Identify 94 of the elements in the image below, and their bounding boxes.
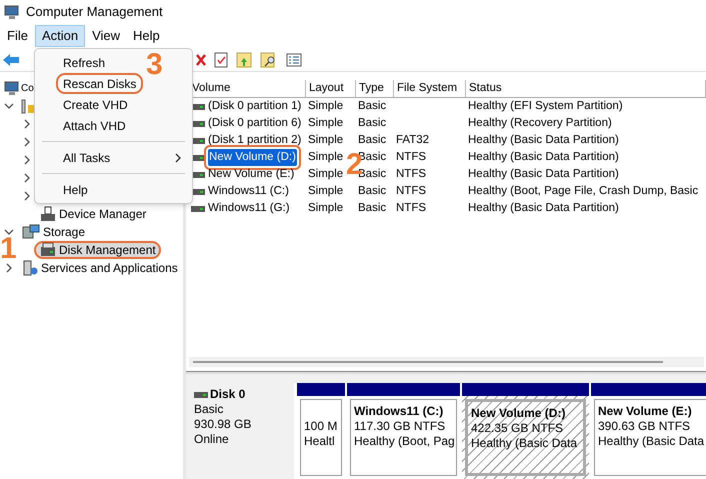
- partition-size: 390.63 GB NTFS: [598, 419, 692, 434]
- partition-name: New Volume (E:): [598, 404, 693, 419]
- partition-name: New Volume (D:): [471, 406, 566, 421]
- partition-status: Healthy (Basic Data: [471, 436, 578, 451]
- list-icon[interactable]: [286, 52, 302, 66]
- chevron-right-icon[interactable]: [22, 119, 32, 129]
- table-cell-text: Basic: [358, 132, 386, 148]
- partition-status: Healtl: [304, 434, 336, 449]
- column-header[interactable]: Status: [466, 80, 706, 97]
- partition-block[interactable]: New Volume (D:) 422.35 GB NTFS Healthy (Basic Data: [462, 383, 589, 479]
- table-cell-text: Basic: [358, 184, 386, 199]
- menu-item[interactable]: Refresh: [63, 52, 106, 73]
- delete-icon[interactable]: [196, 52, 206, 66]
- tree-item[interactable]: Co: [2, 79, 39, 97]
- step-number: 3: [146, 50, 163, 80]
- partition-size: 422.35 GB NTFS: [471, 421, 564, 436]
- drive-icon: [191, 206, 205, 212]
- table-cell-text: Healthy (Recovery Partition): [468, 116, 612, 131]
- tree-item[interactable]: Disk Management: [34, 241, 161, 259]
- table-cell-text: Simple: [308, 98, 344, 114]
- chevron-right-icon: [174, 152, 182, 162]
- folder-up-icon[interactable]: [236, 52, 252, 68]
- tree-item[interactable]: Device Manager: [34, 205, 152, 223]
- table-cell-text: Healthy (EFI System Partition): [468, 98, 623, 114]
- column-header[interactable]: File System: [394, 80, 466, 97]
- menu-item[interactable]: View: [86, 25, 126, 47]
- computer-icon: [4, 4, 20, 20]
- table-cell-text: Simple: [308, 132, 344, 148]
- horizontal-scrollbar[interactable]: [189, 357, 704, 367]
- step-number: 1: [0, 234, 17, 264]
- column-header[interactable]: Type: [356, 80, 394, 97]
- tools-icon: [20, 98, 36, 114]
- table-cell[interactable]: (Disk 0 partition 6): [208, 114, 302, 132]
- menu-item[interactable]: Action: [34, 25, 86, 47]
- table-cell-text: Simple: [308, 184, 344, 199]
- menu-item[interactable]: Rescan Disks: [56, 73, 144, 94]
- table-cell[interactable]: New Volume (D:): [208, 148, 297, 166]
- menu-item[interactable]: Attach VHD: [63, 115, 126, 136]
- menu-item[interactable]: File: [1, 25, 34, 47]
- chevron-right-icon[interactable]: [22, 155, 32, 165]
- server-gear-icon: [22, 260, 38, 276]
- table-cell[interactable]: (Disk 0 partition 1): [208, 98, 302, 116]
- menu-item[interactable]: Help: [63, 179, 88, 200]
- disk-type: Basic: [194, 402, 224, 417]
- table-cell-text: Simple: [308, 166, 344, 182]
- back-arrow-icon[interactable]: [2, 52, 20, 66]
- chevron-down-icon[interactable]: [4, 101, 14, 111]
- partition-name: Windows11 (C:): [354, 404, 444, 419]
- checklist-icon[interactable]: [214, 52, 228, 68]
- partition-status: Healthy (Boot, Pag: [354, 434, 453, 449]
- chevron-right-icon[interactable]: [4, 263, 14, 273]
- partition-size: 100 M: [304, 419, 338, 434]
- table-cell[interactable]: New Volume (E:): [208, 166, 294, 184]
- table-cell-text: Basic: [358, 98, 386, 114]
- tree-item[interactable]: Services and Applications: [16, 259, 183, 277]
- partition-status: Healthy (Basic Data: [598, 434, 706, 449]
- table-cell-text: NTFS: [396, 184, 426, 199]
- partition-bar: [297, 383, 345, 396]
- column-header[interactable]: Layout: [306, 80, 356, 97]
- table-cell-text: Healthy (Basic Data Partition): [468, 150, 619, 165]
- computer-icon: [4, 80, 20, 96]
- table-cell-text: FAT32: [396, 132, 430, 148]
- disk-status: Online: [194, 432, 230, 447]
- chevron-right-icon[interactable]: [22, 137, 32, 147]
- table-cell-text: Healthy (Basic Data Partition): [468, 166, 619, 182]
- disk-size: 930.98 GB: [194, 417, 252, 432]
- storage-icon: [22, 224, 40, 240]
- table-cell-text: Basic: [358, 116, 386, 131]
- chevron-down-icon[interactable]: [4, 227, 14, 237]
- table-cell-text: NTFS: [396, 150, 426, 165]
- chevron-right-icon[interactable]: [22, 173, 32, 183]
- table-cell-text: Simple: [308, 116, 344, 131]
- table-cell-text: Healthy (Basic Data Partition): [468, 132, 619, 148]
- drive-icon: [40, 242, 56, 258]
- tree-item[interactable]: Storage: [16, 223, 90, 241]
- table-cell-text: NTFS: [396, 200, 426, 216]
- menu-item[interactable]: All Tasks: [63, 147, 110, 168]
- window-title: Computer Management: [26, 3, 163, 22]
- table-cell[interactable]: (Disk 1 partition 2): [208, 132, 302, 150]
- chevron-right-icon[interactable]: [22, 191, 32, 201]
- partition-size: 117.30 GB NTFS: [354, 419, 446, 434]
- drive-icon: [194, 392, 208, 398]
- printer-icon: [40, 206, 56, 222]
- table-cell-text: Simple: [308, 200, 344, 216]
- table-cell[interactable]: Windows11 (G:): [208, 200, 290, 218]
- table-cell-text: NTFS: [396, 166, 426, 182]
- table-cell-text: Simple: [308, 150, 344, 165]
- disk-name: Disk 0: [210, 387, 246, 402]
- table-cell-text: Healthy (Basic Data Partition): [468, 200, 619, 216]
- table-cell[interactable]: Windows11 (C:): [208, 182, 289, 200]
- table-cell-text: Basic: [358, 200, 386, 216]
- menu-item[interactable]: Help: [127, 25, 166, 47]
- menu-item[interactable]: Create VHD: [63, 94, 128, 115]
- table-cell-text: Healthy (Boot, Page File, Crash Dump, Basic: [468, 184, 698, 199]
